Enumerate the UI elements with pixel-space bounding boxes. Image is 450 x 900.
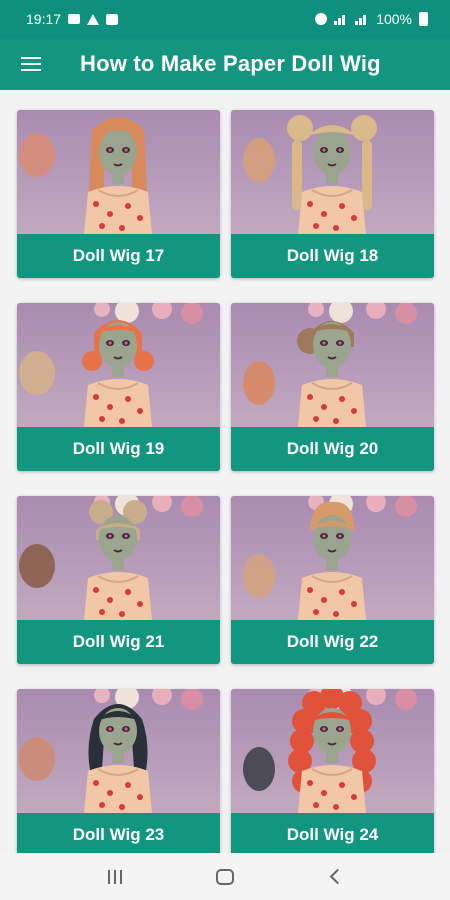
wig-thumbnail [231, 303, 434, 427]
system-nav-bar [0, 853, 450, 900]
wig-thumbnail [17, 689, 220, 813]
hamburger-menu-icon[interactable] [0, 38, 60, 90]
doll-illustration [243, 496, 417, 620]
wig-card-label: Doll Wig 20 [231, 427, 434, 471]
wig-thumbnail [231, 110, 434, 234]
status-bar: 19:17 100% [0, 0, 450, 38]
wig-thumbnail [17, 110, 220, 234]
wig-thumbnail [17, 303, 220, 427]
home-button[interactable] [205, 857, 245, 897]
wig-card-label: Doll Wig 24 [231, 813, 434, 853]
battery-percent: 100% [376, 11, 412, 27]
signal-icon [355, 13, 369, 25]
wig-card[interactable]: Doll Wig 21 [17, 496, 220, 664]
wig-card[interactable]: Doll Wig 24 [231, 689, 434, 853]
doll-illustration [243, 115, 377, 234]
back-icon [329, 868, 345, 885]
wig-card[interactable]: Doll Wig 19 [17, 303, 220, 471]
battery-icon [419, 12, 428, 26]
message-icon [68, 14, 81, 24]
wig-card-label: Doll Wig 19 [17, 427, 220, 471]
status-left: 19:17 [26, 11, 119, 27]
alarm-icon [315, 13, 328, 25]
wig-card[interactable]: Doll Wig 22 [231, 496, 434, 664]
wig-card-label: Doll Wig 21 [17, 620, 220, 664]
recents-icon [108, 869, 122, 884]
wig-grid[interactable]: Doll Wig 17 Doll Wig 18 Doll Wig 19 Doll… [0, 90, 450, 853]
recents-button[interactable] [95, 857, 135, 897]
alert-icon [87, 13, 100, 25]
wig-thumbnail [231, 689, 434, 813]
wig-card[interactable]: Doll Wig 20 [231, 303, 434, 471]
doll-illustration [243, 689, 417, 813]
wig-card-label: Doll Wig 23 [17, 813, 220, 853]
status-time: 19:17 [26, 11, 62, 27]
doll-illustration [243, 303, 417, 427]
back-button[interactable] [315, 857, 355, 897]
doll-illustration [19, 303, 203, 427]
status-right: 100% [315, 11, 428, 27]
wig-card[interactable]: Doll Wig 17 [17, 110, 220, 278]
signal-icon [334, 13, 348, 25]
doll-illustration [19, 117, 152, 234]
mail-icon [106, 13, 119, 25]
doll-illustration [19, 689, 203, 813]
home-icon [216, 868, 234, 885]
wig-card[interactable]: Doll Wig 23 [17, 689, 220, 853]
wig-card[interactable]: Doll Wig 18 [231, 110, 434, 278]
page-title: How to Make Paper Doll Wig [80, 51, 381, 76]
wig-card-label: Doll Wig 17 [17, 234, 220, 278]
wig-thumbnail [17, 496, 220, 620]
wig-thumbnail [231, 496, 434, 620]
wig-card-label: Doll Wig 18 [231, 234, 434, 278]
doll-illustration [19, 496, 203, 620]
app-bar: How to Make Paper Doll Wig [0, 38, 450, 90]
wig-card-label: Doll Wig 22 [231, 620, 434, 664]
